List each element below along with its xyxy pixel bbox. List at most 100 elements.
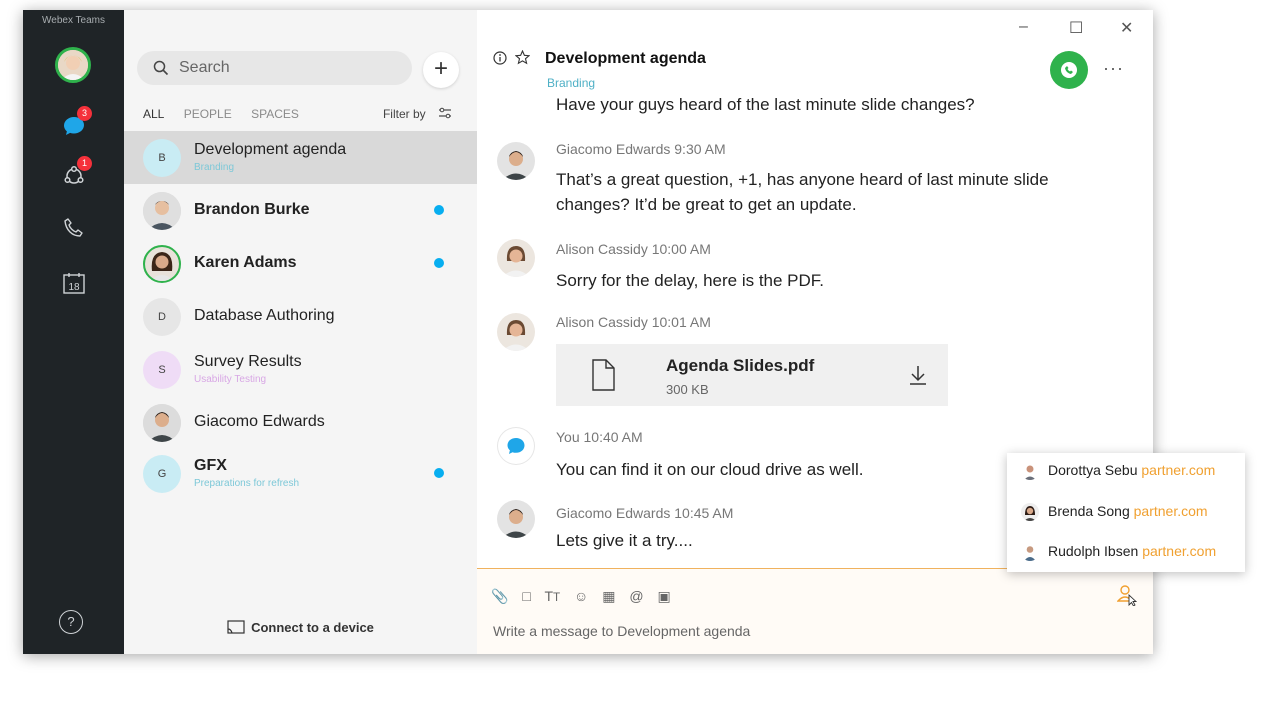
avatar: [143, 192, 181, 230]
text-format-icon[interactable]: TT: [544, 588, 560, 604]
message-text: Have your guys heard of the last minute …: [556, 98, 975, 114]
messages-nav-button[interactable]: 3: [58, 106, 92, 142]
connect-device-button[interactable]: Connect to a device: [124, 620, 477, 635]
space-subtitle[interactable]: Branding: [547, 76, 595, 90]
message-meta: Alison Cassidy 10:01 AM: [556, 314, 711, 330]
space-item-development-agenda[interactable]: B Development agenda Branding: [124, 131, 477, 184]
app-window: Webex Teams 3 1 18 ? + ALL PEOPLE SPAC: [23, 10, 1153, 654]
space-item-survey-results[interactable]: S Survey Results Usability Testing: [124, 343, 477, 396]
space-item-name: Database Authoring: [194, 307, 335, 324]
filter-people[interactable]: PEOPLE: [184, 107, 232, 121]
space-initial-avatar: S: [143, 351, 181, 389]
file-size: 300 KB: [666, 382, 709, 397]
message-composer[interactable]: 📎 □ TT ☺ ▦ @ ▣ Write a message to Develo…: [477, 568, 1153, 654]
avatar: [497, 142, 535, 180]
filter-all[interactable]: ALL: [143, 107, 164, 121]
more-options-button[interactable]: ···: [1103, 58, 1124, 79]
calendar-day: 18: [68, 282, 80, 293]
star-icon[interactable]: [514, 49, 531, 65]
app-name: Webex Teams: [42, 15, 105, 26]
user-avatar[interactable]: [55, 47, 91, 83]
download-icon[interactable]: [908, 364, 928, 386]
unread-dot: [434, 258, 444, 268]
mention-option[interactable]: Dorottya Sebu partner.com: [1021, 462, 1215, 484]
filter-by-label: Filter by: [382, 107, 426, 121]
space-item-name: Development agenda: [194, 141, 347, 158]
whiteboard-icon[interactable]: □: [522, 588, 530, 604]
mention-domain: partner.com: [1142, 543, 1217, 559]
gif-icon[interactable]: ▦: [602, 588, 615, 604]
search-input[interactable]: [177, 58, 391, 78]
filter-tabs: ALL PEOPLE SPACES Filter by: [143, 107, 453, 123]
avatar: [1021, 503, 1039, 522]
avatar: [1021, 462, 1039, 481]
mention-domain: partner.com: [1141, 462, 1216, 478]
mention-domain: partner.com: [1133, 503, 1208, 519]
message-input[interactable]: Write a message to Development agenda: [493, 623, 750, 639]
unread-dot: [434, 468, 444, 478]
space-item-sub: Branding: [194, 162, 235, 173]
space-item-database-authoring[interactable]: D Database Authoring: [124, 290, 477, 343]
cast-icon: [227, 620, 245, 634]
connect-label: Connect to a device: [251, 620, 374, 635]
calls-nav-button[interactable]: [58, 212, 90, 244]
space-item-giacomo-edwards[interactable]: Giacomo Edwards: [124, 396, 477, 449]
avatar: [497, 239, 535, 277]
unread-dot: [434, 205, 444, 215]
mention-option[interactable]: Rudolph Ibsen partner.com: [1021, 543, 1216, 565]
search-icon: [153, 60, 169, 76]
space-item-name: Karen Adams: [194, 254, 297, 271]
avatar: [497, 500, 535, 538]
mention-option[interactable]: Brenda Song partner.com: [1021, 503, 1208, 525]
close-button[interactable]: ✕: [1120, 18, 1133, 38]
info-icon[interactable]: [493, 51, 507, 65]
space-item-karen-adams[interactable]: Karen Adams: [124, 237, 477, 290]
mention-name: Brenda Song: [1048, 503, 1130, 519]
emoji-icon[interactable]: ☺: [574, 588, 588, 604]
space-item-sub: Preparations for refresh: [194, 478, 300, 489]
calendar-nav-button[interactable]: 18: [58, 267, 90, 299]
attach-icon[interactable]: 📎: [491, 588, 508, 604]
file-attachment[interactable]: Agenda Slides.pdf 300 KB: [556, 344, 948, 406]
chat-bubble-icon: [507, 438, 525, 454]
space-item-gfx[interactable]: G GFX Preparations for refresh: [124, 447, 477, 500]
call-icon: [1061, 62, 1077, 78]
mention-at-icon[interactable]: @: [629, 588, 643, 604]
minimize-button[interactable]: –: [1019, 18, 1028, 36]
teams-badge: 1: [77, 156, 92, 171]
message-meta: Giacomo Edwards 9:30 AM: [556, 141, 726, 157]
header-icons: [493, 49, 531, 69]
file-name: Agenda Slides.pdf: [666, 356, 815, 375]
call-button[interactable]: [1050, 51, 1088, 89]
add-space-button[interactable]: +: [423, 52, 459, 88]
calendar-icon: 18: [63, 273, 85, 294]
message-meta: Giacomo Edwards 10:45 AM: [556, 505, 734, 521]
space-title: Development agenda: [545, 50, 706, 67]
message-text: That’s a great question, +1, has anyone …: [556, 170, 1049, 214]
message-meta: You 10:40 AM: [556, 429, 643, 445]
spaces-sidebar: + ALL PEOPLE SPACES Filter by B Developm…: [124, 10, 477, 654]
nav-rail: Webex Teams 3 1 18 ?: [23, 10, 124, 654]
composer-toolbar: 📎 □ TT ☺ ▦ @ ▣: [491, 588, 681, 605]
space-item-name: GFX: [194, 457, 227, 474]
avatar: [143, 404, 181, 442]
space-item-sub: Usability Testing: [194, 374, 267, 385]
maximize-button[interactable]: ☐: [1069, 18, 1083, 38]
mention-name: Dorottya Sebu: [1048, 462, 1138, 478]
space-initial-avatar: G: [143, 455, 181, 493]
filter-by-button[interactable]: Filter by: [383, 107, 453, 121]
filter-spaces[interactable]: SPACES: [251, 107, 299, 121]
avatar: [497, 427, 535, 465]
avatar: [143, 245, 181, 283]
phone-icon: [64, 218, 83, 237]
mention-person-icon[interactable]: ▣: [657, 588, 670, 604]
document-icon: [592, 359, 615, 391]
help-icon[interactable]: ?: [59, 610, 83, 634]
space-item-brandon-burke[interactable]: Brandon Burke: [124, 184, 477, 237]
teams-nav-button[interactable]: 1: [58, 156, 92, 192]
space-item-name: Brandon Burke: [194, 201, 310, 218]
space-initial-avatar: D: [143, 298, 181, 336]
person-icon[interactable]: [1117, 584, 1137, 606]
messages-badge: 3: [77, 106, 92, 121]
search-box[interactable]: [137, 51, 412, 85]
